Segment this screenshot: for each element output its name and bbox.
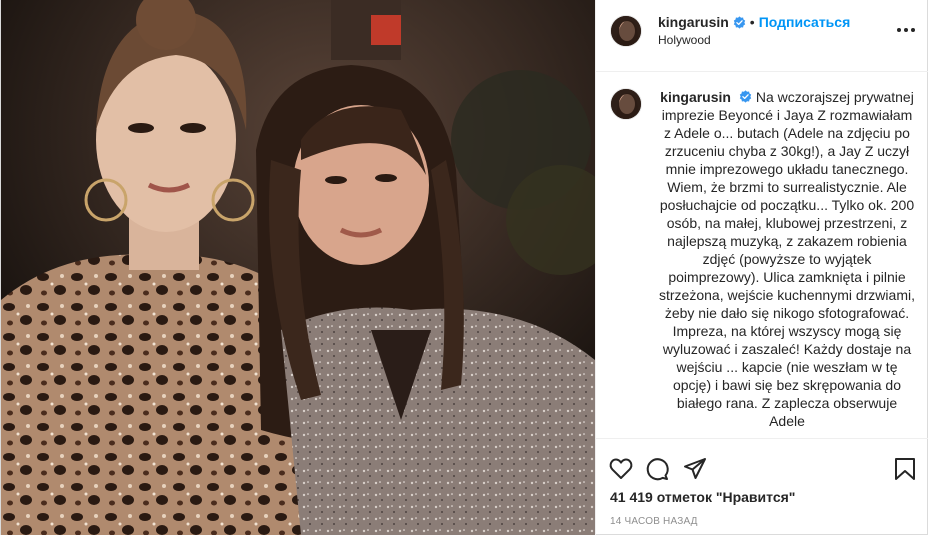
- heart-icon[interactable]: [608, 456, 634, 482]
- header-user-line: kingarusin • Подписаться: [658, 14, 850, 30]
- post-header: kingarusin • Подписаться Holywood: [596, 0, 928, 72]
- avatar-image: [611, 89, 641, 119]
- likes-count[interactable]: 41 419 отметок "Нравится": [610, 489, 795, 505]
- post-side-panel: kingarusin • Подписаться Holywood kingar…: [595, 0, 928, 535]
- caption-username[interactable]: kingarusin: [660, 89, 731, 105]
- post-actions: 41 419 отметок "Нравится" 14 ЧАСОВ НАЗАД: [596, 438, 928, 534]
- share-icon[interactable]: [682, 456, 708, 482]
- follow-button[interactable]: Подписаться: [759, 14, 851, 30]
- caption-text: Na wczorajszej prywatnej imprezie Beyonc…: [659, 89, 915, 429]
- caption: kingarusin Na wczorajszej prywatnej impr…: [658, 88, 916, 430]
- verified-icon: [733, 15, 745, 29]
- bookmark-icon[interactable]: [892, 456, 918, 482]
- location-link[interactable]: Holywood: [658, 33, 711, 47]
- header-username[interactable]: kingarusin: [658, 14, 729, 30]
- avatar[interactable]: [610, 15, 642, 47]
- separator-dot: •: [749, 14, 755, 30]
- verified-icon: [739, 90, 752, 103]
- instagram-post: kingarusin • Подписаться Holywood kingar…: [0, 0, 928, 535]
- caption-avatar[interactable]: [610, 88, 642, 120]
- post-photo[interactable]: [1, 0, 595, 535]
- post-timestamp[interactable]: 14 ЧАСОВ НАЗАД: [610, 516, 698, 527]
- comment-icon[interactable]: [644, 456, 670, 482]
- avatar-image: [611, 16, 641, 46]
- more-icon[interactable]: [896, 27, 916, 33]
- comments-area[interactable]: kingarusin Na wczorajszej prywatnej impr…: [596, 72, 928, 438]
- photo-illustration: [1, 0, 595, 535]
